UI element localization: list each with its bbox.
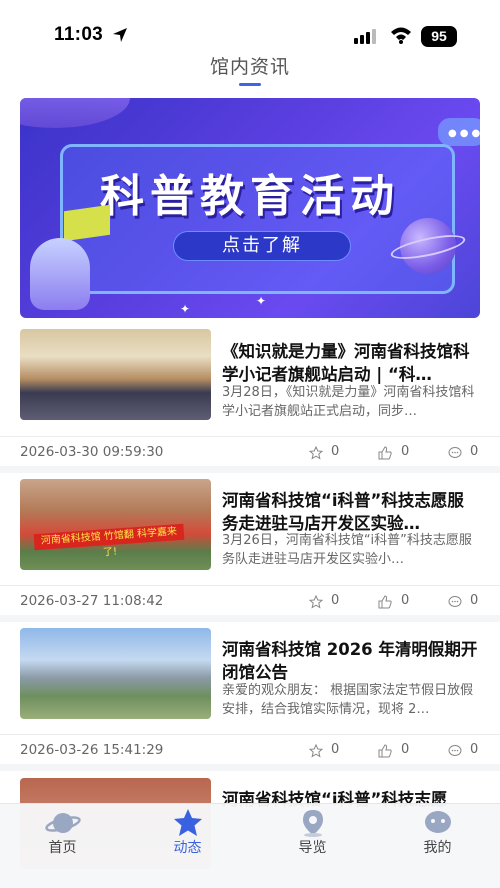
status-bar: 11:03 95	[0, 0, 500, 56]
planet-icon	[45, 813, 81, 833]
comment-count: 0	[470, 742, 479, 757]
news-meta-row: 2026-03-27 11:08:42 0 0 0	[0, 586, 500, 616]
star-outline-icon[interactable]	[309, 595, 323, 609]
news-thumbnail	[20, 628, 211, 719]
tab-label: 我的	[423, 840, 452, 856]
thumbs-up-icon[interactable]	[378, 446, 392, 460]
news-title: 《知识就是力量》河南省科技馆科学小记者旗舰站启动 | “科…	[222, 342, 470, 384]
chat-face-icon	[425, 811, 451, 833]
tab-home[interactable]: 首页	[0, 804, 125, 888]
news-title: 河南省科技馆 2026 年清明假期开闭馆公告	[222, 640, 478, 682]
news-date: 2026-03-26 15:41:29	[20, 742, 164, 758]
like-count: 0	[401, 742, 410, 757]
comment-count: 0	[470, 593, 479, 608]
star-outline-icon[interactable]	[309, 744, 323, 758]
status-time: 11:03	[54, 24, 104, 45]
favorite-count: 0	[331, 593, 340, 608]
favorite-count: 0	[331, 444, 340, 459]
dots-decoration: ●●●	[448, 128, 480, 139]
comment-icon[interactable]	[448, 446, 462, 460]
learn-more-button[interactable]: 点击了解	[173, 231, 351, 261]
section-gap	[0, 764, 500, 771]
comment-icon[interactable]	[448, 744, 462, 758]
news-summary: 3月26日，河南省科技馆“i科普”科技志愿服务队走进驻马店开发区实验小…	[222, 533, 472, 567]
like-count: 0	[401, 593, 410, 608]
favorite-count: 0	[331, 742, 340, 757]
news-summary: 亲爱的观众朋友： 根据国家法定节假日放假安排，结合我馆实际情况，现将 2…	[222, 683, 474, 717]
news-meta-row: 2026-03-26 15:41:29 0 0 0	[0, 735, 500, 765]
sparkle-icon: ✦	[256, 294, 267, 308]
news-thumbnail: 河南省科技馆 竹馆翻 科学嘉来了!	[20, 479, 211, 570]
news-date: 2026-03-30 09:59:30	[20, 444, 164, 460]
tab-label: 导览	[298, 840, 327, 856]
like-count: 0	[401, 444, 410, 459]
tab-mine[interactable]: 我的	[375, 804, 500, 888]
tab-news[interactable]: 动态	[125, 804, 250, 888]
news-title: 河南省科技馆“i科普”科技志愿服务走进驻马店开发区实验…	[222, 491, 464, 533]
location-pin-icon	[303, 810, 323, 837]
thumbnail-banner-text: 河南省科技馆 竹馆翻 科学嘉来了!	[33, 523, 185, 558]
planet-decoration	[20, 98, 130, 128]
thumbs-up-icon[interactable]	[378, 595, 392, 609]
comment-icon[interactable]	[448, 595, 462, 609]
comment-count: 0	[470, 444, 479, 459]
wifi-icon	[391, 27, 411, 44]
sparkle-icon: ✦	[180, 302, 191, 316]
news-thumbnail	[20, 329, 211, 420]
cellular-signal-icon	[354, 29, 376, 44]
section-gap	[0, 615, 500, 622]
news-summary: 3月28日，《知识就是力量》河南省科技馆科学小记者旗舰站正式启动，同步…	[222, 385, 475, 419]
promo-banner[interactable]: ●●● 科普教育活动 点击了解 ✦ ✦	[20, 98, 480, 318]
section-gap	[0, 466, 500, 473]
page-title: 馆内资讯	[209, 56, 290, 78]
thumbs-up-icon[interactable]	[378, 744, 392, 758]
bottom-tab-bar: 首页 动态 导览 我的	[0, 803, 500, 888]
location-arrow-icon	[113, 28, 127, 42]
star-outline-icon[interactable]	[309, 446, 323, 460]
tab-label: 首页	[48, 840, 77, 856]
tab-guide[interactable]: 导览	[250, 804, 375, 888]
title-underline	[239, 83, 261, 86]
star-icon	[174, 809, 202, 836]
battery-indicator: 95	[421, 26, 457, 47]
astronaut-illustration	[30, 238, 90, 310]
news-date: 2026-03-27 11:08:42	[20, 593, 164, 609]
news-meta-row: 2026-03-30 09:59:30 0 0 0	[0, 437, 500, 467]
tab-label: 动态	[173, 840, 202, 856]
